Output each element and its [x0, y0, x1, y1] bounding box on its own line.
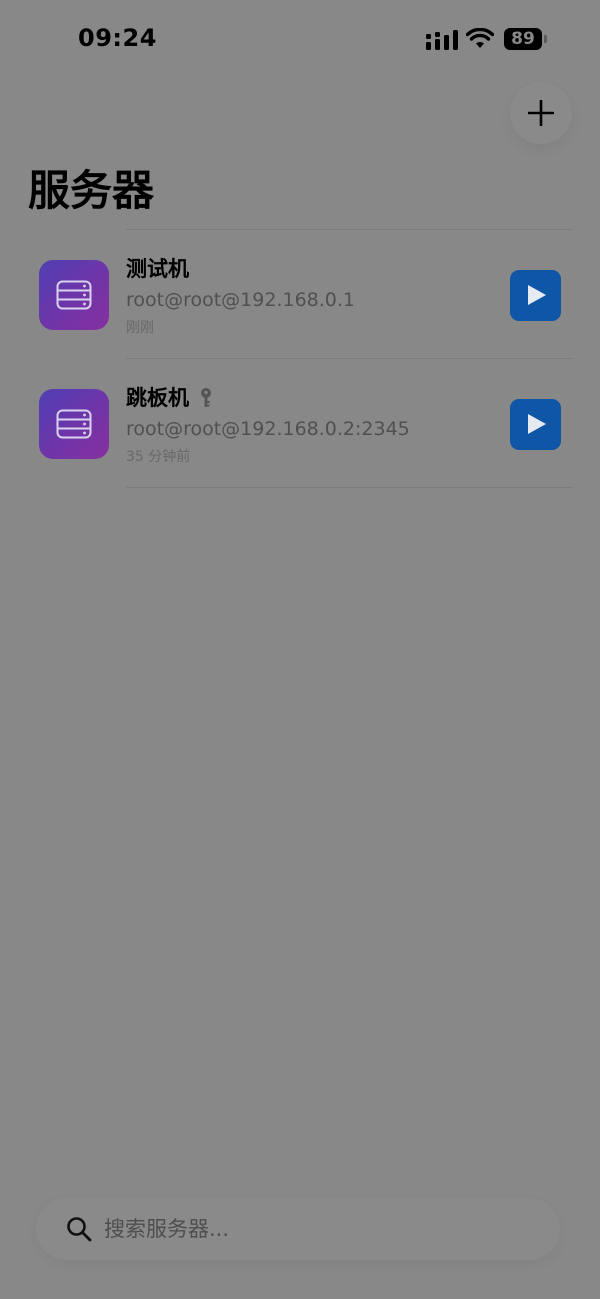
server-row-test[interactable]: 测试机 root@root@192.168.0.1 刚刚 — [0, 230, 600, 358]
server-name: 测试机 — [126, 257, 189, 281]
battery-icon: 89 — [504, 28, 548, 50]
page-title: 服务器 — [28, 166, 155, 215]
key-icon — [201, 388, 211, 407]
connect-button[interactable] — [510, 270, 561, 321]
list-divider — [126, 487, 573, 488]
search-icon — [67, 1217, 92, 1242]
battery-tip — [544, 35, 547, 43]
server-row-jump[interactable]: 跳板机 root@root@192.168.0.2:2345 35 分钟前 — [0, 359, 600, 487]
battery-level: 89 — [504, 28, 542, 50]
server-name-line: 测试机 — [126, 256, 189, 282]
signal-icon — [426, 30, 458, 50]
play-icon — [528, 414, 546, 434]
connect-button[interactable] — [510, 399, 561, 450]
wifi-icon — [466, 28, 494, 48]
play-icon — [528, 285, 546, 305]
server-address: root@root@192.168.0.2:2345 — [126, 418, 410, 440]
add-server-button[interactable] — [510, 82, 572, 144]
search-input[interactable] — [104, 1210, 524, 1248]
server-name: 跳板机 — [126, 386, 189, 410]
server-name-line: 跳板机 — [126, 385, 213, 411]
server-last-seen: 刚刚 — [126, 320, 154, 336]
status-time: 09:24 — [78, 24, 157, 52]
server-avatar — [39, 260, 109, 330]
server-last-seen: 35 分钟前 — [126, 449, 191, 465]
plus-icon — [528, 100, 554, 126]
search-bar — [36, 1198, 560, 1260]
server-avatar — [39, 389, 109, 459]
server-address: root@root@192.168.0.1 — [126, 289, 356, 311]
server-icon — [56, 409, 92, 439]
server-icon — [56, 280, 92, 310]
status-bar: 09:24 89 — [0, 0, 600, 80]
